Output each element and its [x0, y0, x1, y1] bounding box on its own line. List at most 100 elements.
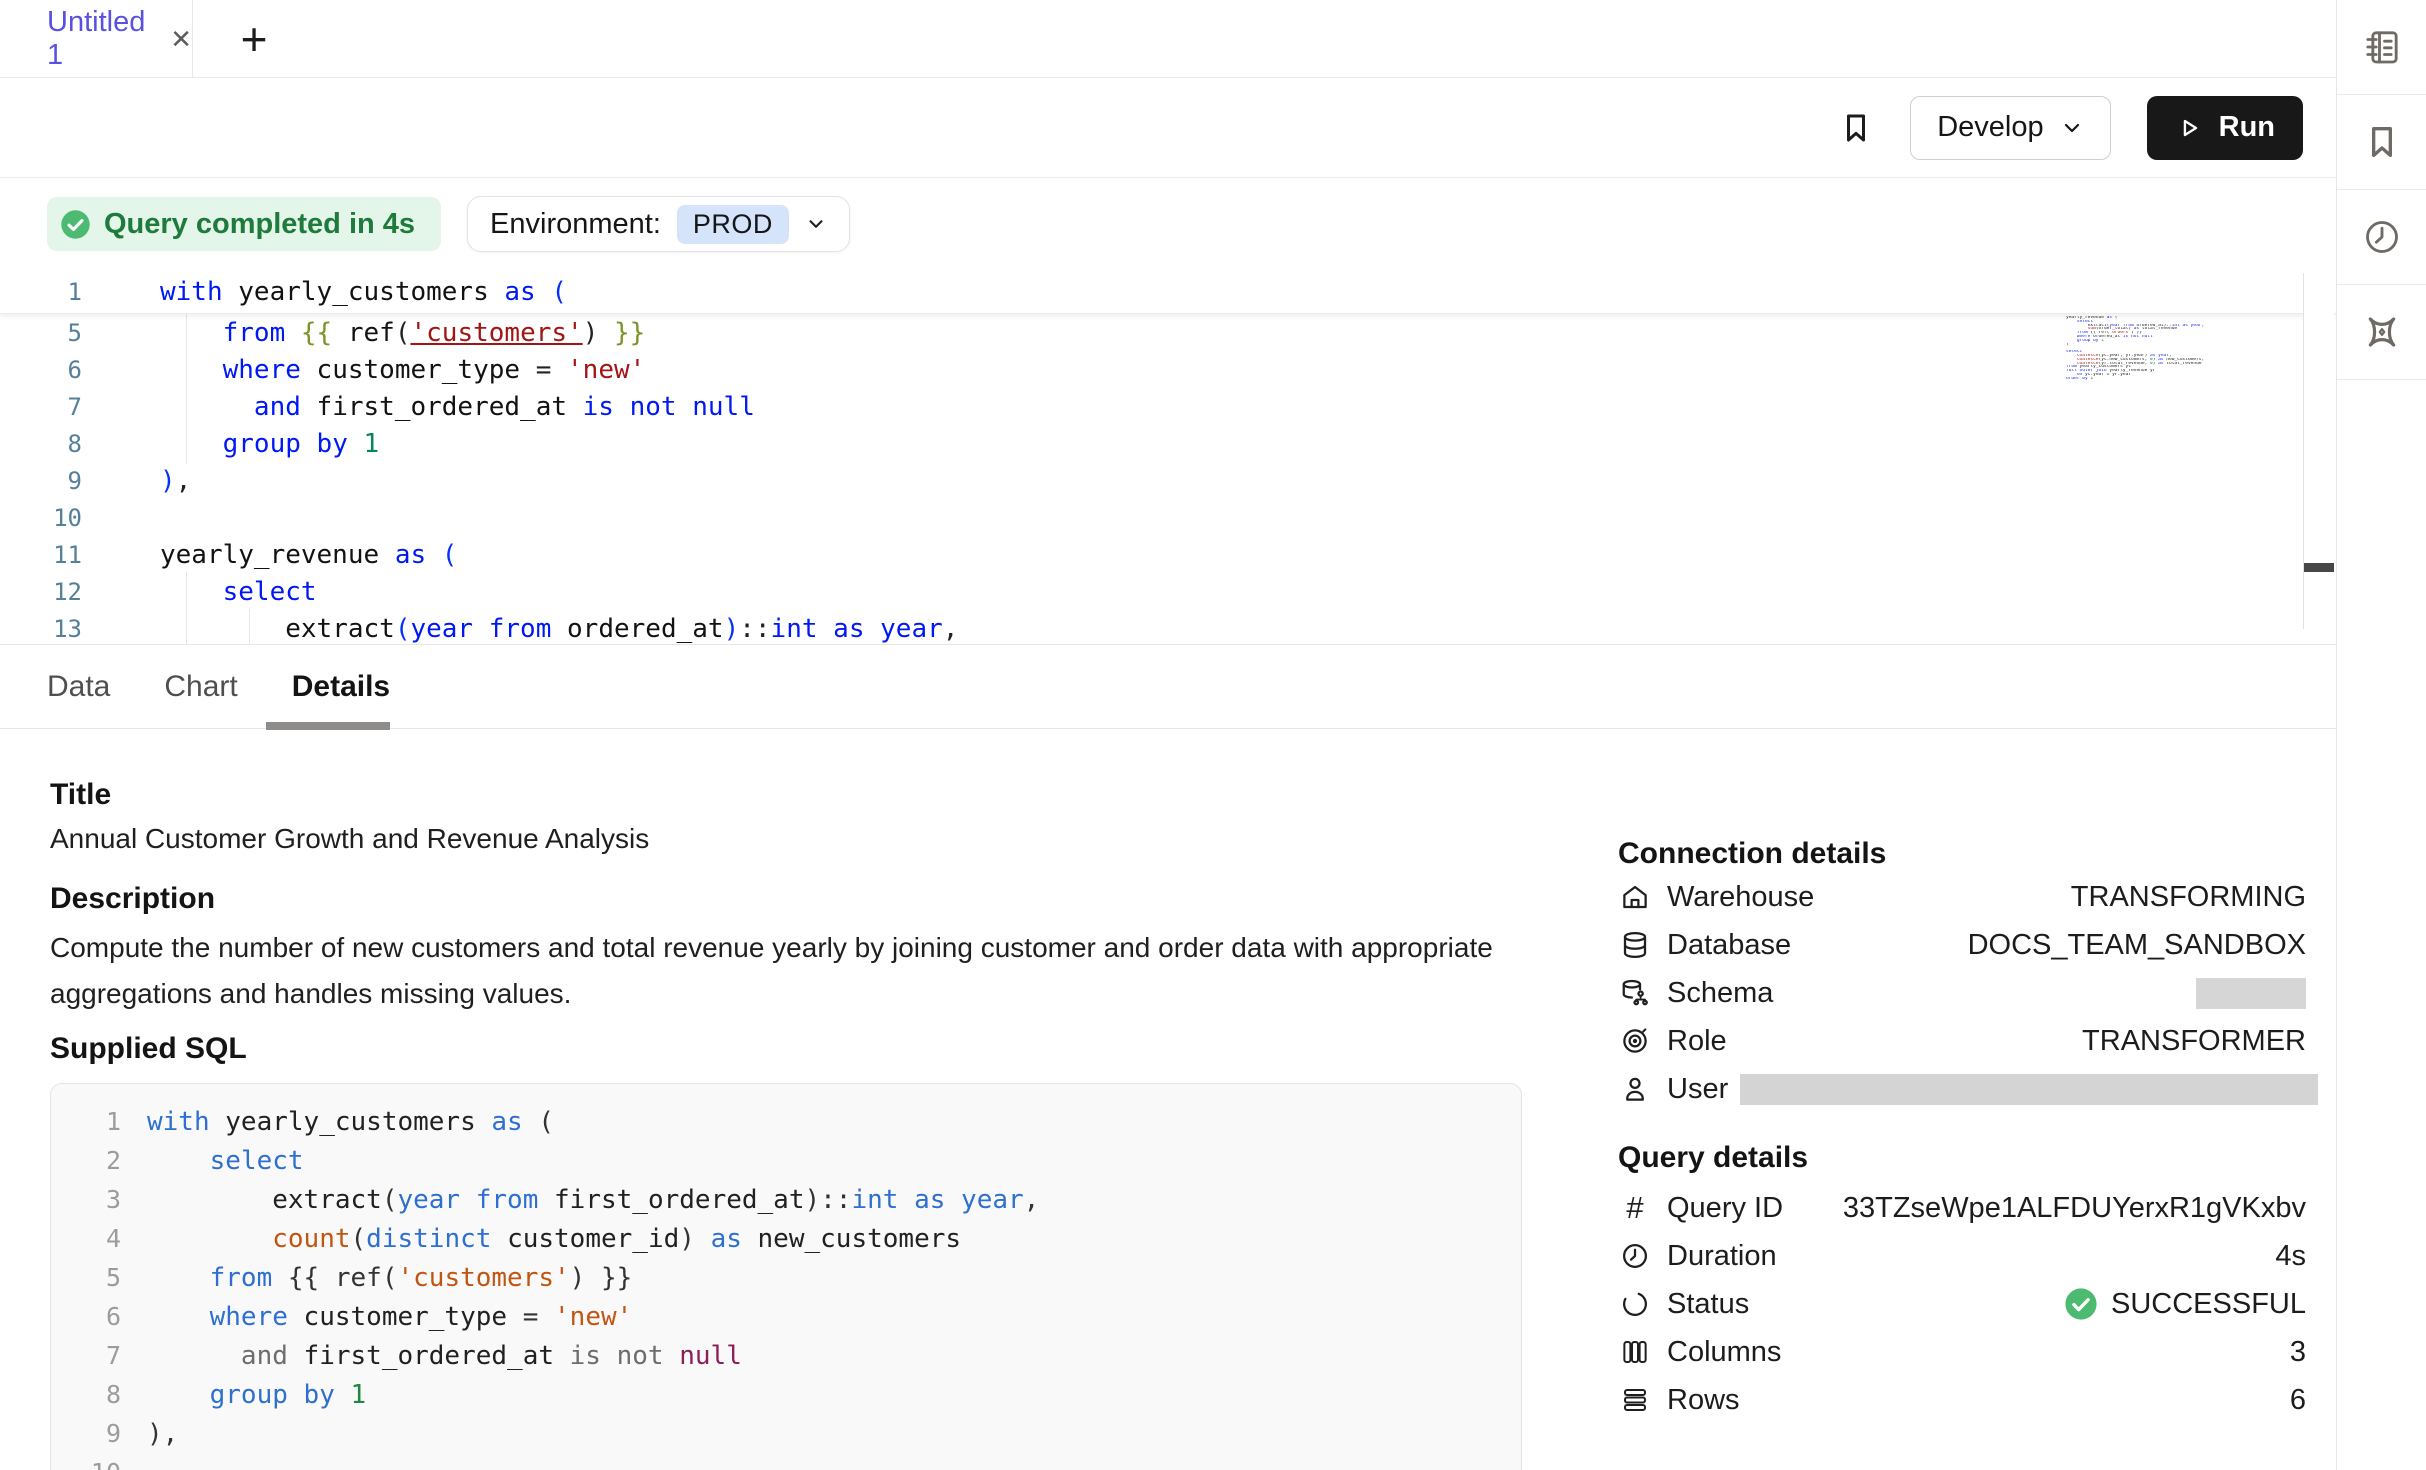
check-circle-icon: [60, 209, 91, 240]
detail-row-label: Role: [1667, 1025, 1727, 1058]
query-details-rows: #Query ID33TZseWpe1ALFDUYerxR1gVKxbvDura…: [1618, 1184, 2306, 1424]
columns-icon: [1618, 1337, 1652, 1367]
close-icon[interactable]: ✕: [170, 26, 192, 52]
query-status-text: Query completed in 4s: [104, 208, 415, 241]
detail-row-label: Query ID: [1667, 1192, 1783, 1225]
details-right-column: Connection details Warehouse TRANSFORMING…: [1618, 778, 2306, 1424]
tab-details[interactable]: Details: [292, 670, 390, 704]
detail-row-value: 3: [2290, 1336, 2306, 1369]
detail-row-value: DOCS_TEAM_SANDBOX: [1968, 929, 2306, 962]
develop-button[interactable]: Develop: [1910, 96, 2110, 160]
plus-icon[interactable]: +: [221, 0, 287, 77]
detail-row-warehouse: Warehouse TRANSFORMING: [1618, 873, 2306, 921]
tab-bar: Untitled 1 ✕ +: [0, 0, 2336, 78]
detail-row-label: Duration: [1667, 1240, 1777, 1273]
line-number: 2: [51, 1146, 121, 1175]
code-line: 7 and first_ordered_at is not null: [51, 1336, 1521, 1375]
editor-sticky-line: 1with yearly_customers as (: [0, 270, 2336, 314]
code-line: 8 group by 1: [0, 425, 2336, 462]
detail-row-value: TRANSFORMING: [2071, 881, 2306, 914]
code-line: 8 group by 1: [51, 1375, 1521, 1414]
line-number: 5: [51, 1263, 121, 1292]
details-panel: Title Annual Customer Growth and Revenue…: [0, 778, 2336, 1435]
develop-label: Develop: [1937, 111, 2043, 144]
detail-row-value: TRANSFORMER: [2082, 1025, 2306, 1058]
code-line: 4 count(distinct customer_id) as new_cus…: [51, 1219, 1521, 1258]
line-number: 9: [0, 467, 110, 495]
line-number: 13: [0, 615, 110, 643]
run-button[interactable]: Run: [2147, 96, 2303, 160]
detail-row-label: Rows: [1667, 1384, 1740, 1417]
detail-row-schema: Schema: [1618, 969, 2306, 1017]
sidebar-button-history[interactable]: [2337, 190, 2426, 285]
editor-scrollbar-handle[interactable]: [2304, 563, 2334, 572]
chevron-down-icon: [805, 213, 827, 235]
chevron-down-icon: [2060, 116, 2084, 140]
result-tab-bar: Data Chart Details: [0, 645, 2336, 729]
environment-value-badge: PROD: [677, 205, 789, 244]
environment-label: Environment:: [490, 208, 661, 241]
tab-data[interactable]: Data: [47, 670, 110, 704]
toolbar: Develop Run: [0, 78, 2336, 178]
code-line: 5 from {{ ref('customers') }}: [51, 1258, 1521, 1297]
status-row: Query completed in 4s Environment: PROD: [0, 178, 2336, 270]
title-value: Annual Customer Growth and Revenue Analy…: [50, 823, 1505, 855]
query-details-heading: Query details: [1618, 1141, 2306, 1175]
code-line: 3 extract(year from first_ordered_at)::i…: [51, 1180, 1521, 1219]
detail-row-duration: Duration 4s: [1618, 1232, 2306, 1280]
environment-selector[interactable]: Environment: PROD: [467, 196, 850, 252]
line-number: 7: [0, 393, 110, 421]
run-label: Run: [2219, 111, 2275, 144]
main-area: Untitled 1 ✕ + Develop Run Query complet…: [0, 0, 2337, 1470]
detail-row-value: [2196, 978, 2306, 1009]
code-line: 10: [0, 499, 2336, 536]
sidebar-button-notebook[interactable]: [2337, 0, 2426, 95]
detail-row-value: 4s: [2275, 1240, 2306, 1273]
tab-title: Untitled 1: [47, 6, 154, 72]
sidebar-button-copilot[interactable]: [2337, 285, 2426, 380]
detail-row-database: Database DOCS_TEAM_SANDBOX: [1618, 921, 2306, 969]
line-number: 10: [51, 1458, 121, 1470]
supplied-sql-code-block: 1with yearly_customers as (2 select3 ext…: [50, 1083, 1522, 1470]
line-number: 3: [51, 1185, 121, 1214]
check-circle-icon: [2064, 1287, 2098, 1321]
line-number: 10: [0, 504, 110, 532]
line-number: 5: [0, 319, 110, 347]
code-line: 6 where customer_type = 'new': [0, 351, 2336, 388]
tab-untitled-1[interactable]: Untitled 1 ✕: [0, 0, 193, 77]
bookmark-icon[interactable]: [1838, 110, 1874, 146]
code-line: 9),: [0, 462, 2336, 499]
title-heading: Title: [50, 778, 1505, 812]
redacted-value: [1740, 1074, 2318, 1105]
line-number: 12: [0, 578, 110, 606]
code-line: 9),: [51, 1414, 1521, 1453]
detail-row-value: 6: [2290, 1384, 2306, 1417]
sidebar-button-bookmark[interactable]: [2337, 95, 2426, 190]
detail-row-label: Schema: [1667, 977, 1773, 1010]
code-line: 12 select: [0, 573, 2336, 610]
role-icon: [1618, 1026, 1652, 1056]
sql-editor[interactable]: 1with yearly_customers as ( 5 from {{ re…: [0, 270, 2336, 645]
detail-row-role: Role TRANSFORMER: [1618, 1017, 2306, 1065]
connection-details-heading: Connection details: [1618, 837, 2306, 871]
database-icon: [1618, 930, 1652, 960]
code-line: 1with yearly_customers as (: [0, 270, 2336, 314]
editor-code-lines: 5 from {{ ref('customers') }}6 where cus…: [0, 314, 2336, 645]
code-line: 2 select: [51, 1141, 1521, 1180]
code-line: 6 where customer_type = 'new': [51, 1297, 1521, 1336]
detail-row-columns: Columns 3: [1618, 1328, 2306, 1376]
detail-row-label: Database: [1667, 929, 1791, 962]
editor-scrollbar[interactable]: [2303, 273, 2334, 629]
supplied-sql-heading: Supplied SQL: [50, 1032, 1505, 1066]
active-tab-underline: [266, 722, 390, 730]
tab-chart[interactable]: Chart: [164, 670, 237, 704]
line-number: 11: [0, 541, 110, 569]
app-window: Untitled 1 ✕ + Develop Run Query complet…: [0, 0, 2426, 1470]
detail-row-rows: Rows 6: [1618, 1376, 2306, 1424]
detail-row-label: Warehouse: [1667, 881, 1814, 914]
copilot-icon: [2362, 312, 2402, 352]
connection-details-rows: Warehouse TRANSFORMING Database DOCS_TEAM_S…: [1618, 873, 2306, 1113]
warehouse-icon: [1618, 882, 1652, 912]
detail-row-label: Columns: [1667, 1336, 1781, 1369]
detail-row-value: SUCCESSFUL: [2064, 1287, 2306, 1321]
